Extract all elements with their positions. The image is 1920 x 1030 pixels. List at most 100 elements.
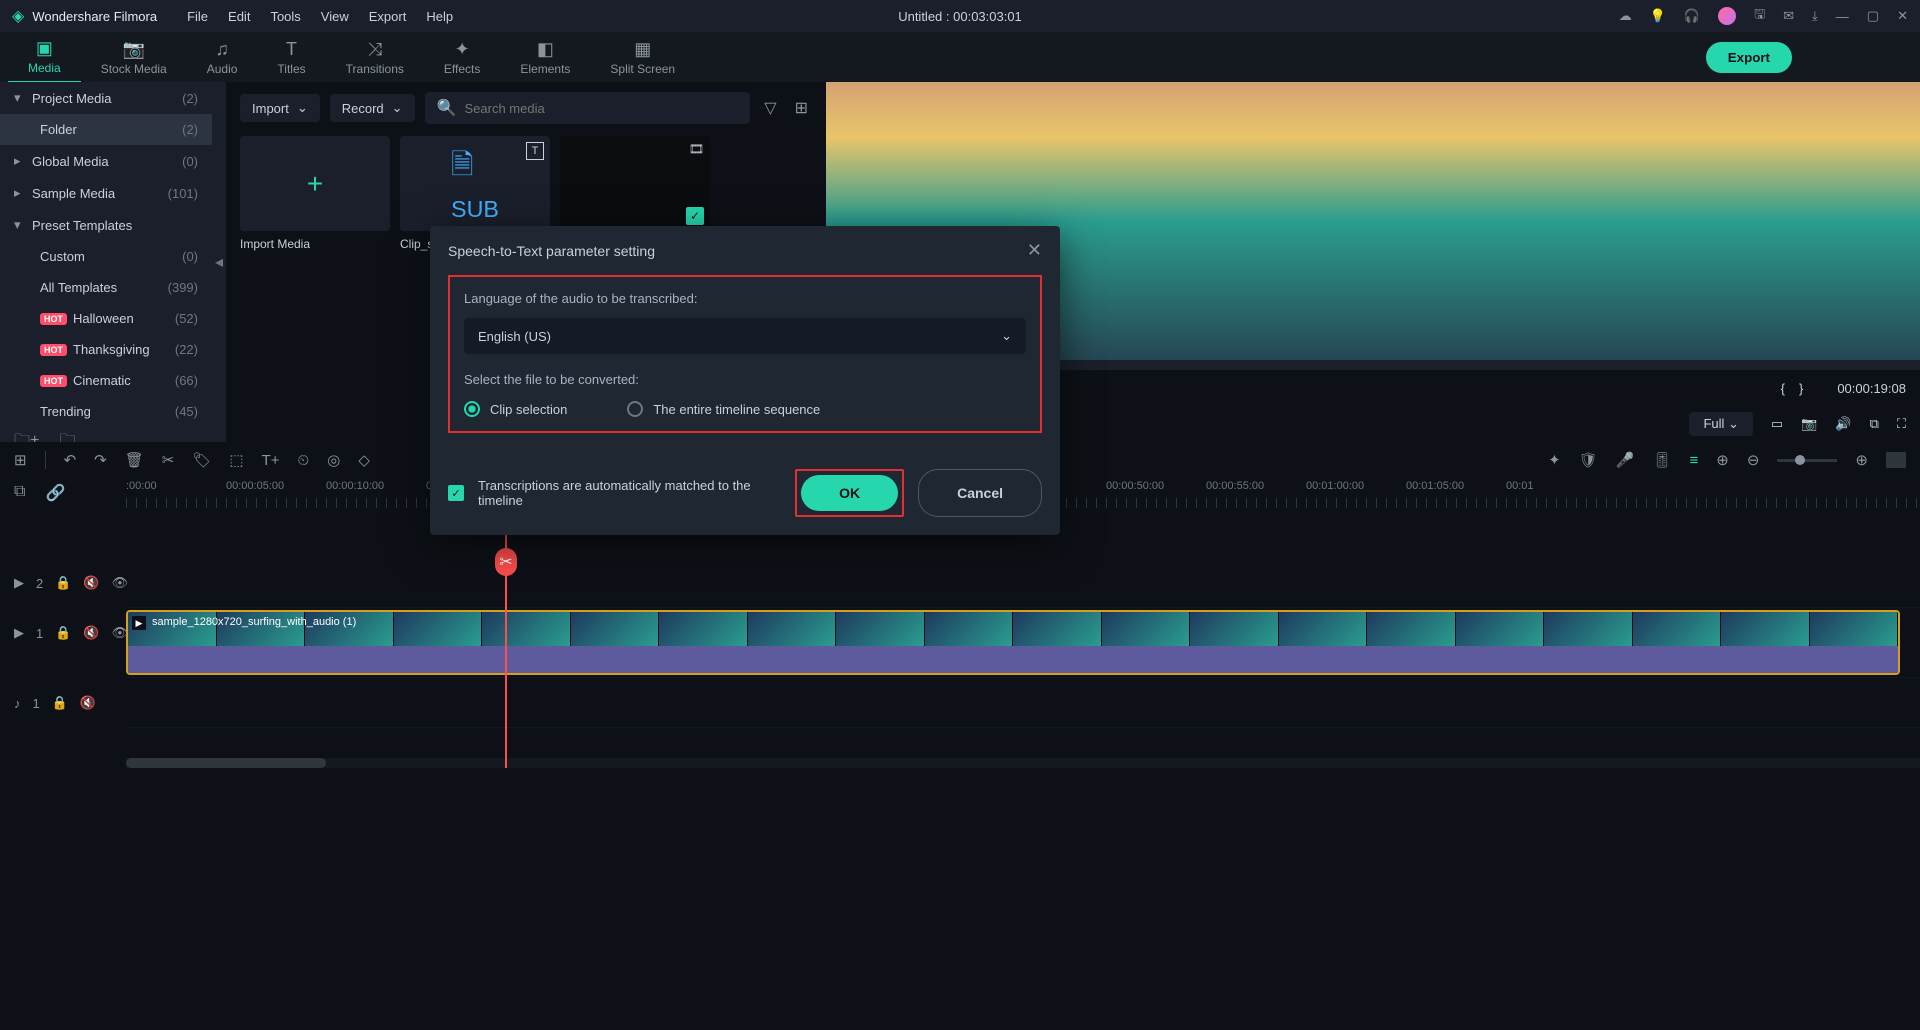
- menu-edit[interactable]: Edit: [228, 9, 250, 24]
- avatar-icon[interactable]: [1718, 7, 1736, 25]
- fit-icon[interactable]: [1886, 452, 1906, 468]
- mute-icon[interactable]: 🔇: [80, 695, 96, 711]
- snapshot-icon[interactable]: 📷: [1801, 416, 1817, 432]
- track-v2[interactable]: [126, 558, 1920, 608]
- sidebar-item[interactable]: Custom(0): [0, 241, 212, 272]
- menu-export[interactable]: Export: [369, 9, 407, 24]
- headset-icon[interactable]: 🎧: [1684, 8, 1700, 24]
- undo-icon[interactable]: ↶: [64, 451, 77, 469]
- tab-stock[interactable]: 📷Stock Media: [81, 33, 187, 82]
- lock-icon[interactable]: 🔒: [52, 695, 68, 711]
- mute-icon[interactable]: 🔇: [83, 575, 99, 591]
- volume-icon[interactable]: 🔊: [1835, 416, 1851, 432]
- mark-in-icon[interactable]: {: [1781, 381, 1785, 396]
- cloud-icon[interactable]: ☁: [1619, 8, 1632, 24]
- pip-icon[interactable]: ⧉: [1870, 416, 1879, 432]
- radio-clip-selection[interactable]: Clip selection: [464, 401, 567, 417]
- import-thumb[interactable]: +: [240, 136, 390, 231]
- timeline-scrollbar[interactable]: [126, 758, 1920, 768]
- grid-icon[interactable]: ⊞: [791, 94, 812, 122]
- color-icon[interactable]: ◎: [327, 451, 340, 469]
- playhead[interactable]: ✂: [505, 508, 507, 768]
- link-icon[interactable]: 🔗: [45, 483, 65, 503]
- close-icon[interactable]: ✕: [1027, 240, 1042, 261]
- maximize-icon[interactable]: ▢: [1867, 8, 1879, 24]
- add-folder-icon[interactable]: 🗀+: [14, 429, 39, 443]
- mail-icon[interactable]: ✉: [1783, 8, 1794, 24]
- lightbulb-icon[interactable]: 💡: [1650, 8, 1666, 24]
- subtitle-thumb[interactable]: 🗎SUBT: [400, 136, 550, 231]
- minimize-icon[interactable]: —: [1836, 9, 1849, 24]
- import-dropdown[interactable]: Import⌄: [240, 94, 320, 122]
- fullscreen-icon[interactable]: ⛶: [1897, 416, 1906, 432]
- arrange-icon[interactable]: ⊞: [14, 451, 27, 469]
- sidebar-item[interactable]: HOTCinematic(66): [0, 365, 212, 396]
- tab-elements[interactable]: ◧Elements: [500, 33, 590, 82]
- tab-audio[interactable]: ♫Audio: [187, 33, 258, 82]
- sidebar-item[interactable]: ▾Project Media(2): [0, 82, 212, 114]
- search-field[interactable]: [465, 101, 739, 116]
- menu-tools[interactable]: Tools: [270, 9, 300, 24]
- lock-icon[interactable]: 🔒: [55, 575, 71, 591]
- mark-out-icon[interactable]: }: [1799, 381, 1803, 396]
- add-marker-icon[interactable]: ⊕: [1716, 451, 1729, 469]
- search-input[interactable]: 🔍: [425, 92, 751, 124]
- download-icon[interactable]: ⤓: [1812, 8, 1818, 24]
- checkbox-icon[interactable]: ✓: [448, 485, 464, 501]
- speed-icon[interactable]: ⏲: [298, 452, 310, 469]
- save-icon[interactable]: 🖫: [1754, 5, 1765, 27]
- record-dropdown[interactable]: Record⌄: [330, 94, 415, 122]
- delete-icon[interactable]: 🗑: [125, 451, 144, 469]
- mute-icon[interactable]: 🔇: [83, 625, 99, 641]
- playhead-scissors-icon[interactable]: ✂: [495, 548, 517, 576]
- quality-dropdown[interactable]: Full ⌄: [1689, 412, 1752, 436]
- track-a1[interactable]: [126, 678, 1920, 728]
- media-item[interactable]: +Import Media: [240, 136, 390, 251]
- tab-titles[interactable]: TTitles: [257, 33, 325, 82]
- display-icon[interactable]: ▭: [1771, 416, 1783, 432]
- menu-file[interactable]: File: [187, 9, 208, 24]
- radio-entire-timeline[interactable]: The entire timeline sequence: [627, 401, 820, 417]
- crop-icon[interactable]: ⬚: [229, 451, 243, 469]
- tab-transitions[interactable]: ⤨Transitions: [326, 33, 424, 82]
- ok-button[interactable]: OK: [801, 475, 898, 511]
- filter-icon[interactable]: ▽: [760, 94, 780, 122]
- render-icon[interactable]: ✦: [1548, 451, 1561, 469]
- mic-icon[interactable]: 🎤: [1616, 451, 1635, 469]
- sidebar-item[interactable]: HOTThanksgiving(22): [0, 334, 212, 365]
- folder-icon[interactable]: 🗀: [59, 429, 75, 443]
- zoom-slider[interactable]: [1777, 459, 1837, 462]
- language-dropdown[interactable]: English (US) ⌄: [464, 318, 1026, 354]
- track-v1[interactable]: ▶ sample_1280x720_surfing_with_audio (1): [126, 608, 1920, 678]
- menu-view[interactable]: View: [321, 9, 349, 24]
- redo-icon[interactable]: ↷: [94, 451, 107, 469]
- sidebar-item[interactable]: ▾Preset Templates: [0, 209, 212, 241]
- tab-split[interactable]: ▦Split Screen: [590, 33, 695, 82]
- sidebar-item[interactable]: HOTHalloween(52): [0, 303, 212, 334]
- cut-icon[interactable]: ✂: [162, 451, 175, 469]
- sidebar-item[interactable]: ▸Sample Media(101): [0, 177, 212, 209]
- lock-icon[interactable]: 🔒: [55, 625, 71, 641]
- sidebar-item[interactable]: ▸Global Media(0): [0, 145, 212, 177]
- mixer-icon[interactable]: 🎚: [1652, 451, 1671, 469]
- tag-icon[interactable]: 🏷: [192, 451, 211, 469]
- collapse-sidebar[interactable]: ◂: [212, 82, 226, 442]
- sidebar-item[interactable]: Folder(2): [0, 114, 212, 145]
- marker-icon[interactable]: 🛡: [1579, 451, 1598, 469]
- export-button[interactable]: Export: [1706, 42, 1792, 73]
- sidebar-item[interactable]: Trending(45): [0, 396, 212, 427]
- zoom-out-icon[interactable]: ⊖: [1747, 451, 1760, 469]
- tab-effects[interactable]: ✦Effects: [424, 33, 500, 82]
- cancel-button[interactable]: Cancel: [918, 469, 1042, 517]
- video-thumb[interactable]: 🎞✓: [560, 136, 710, 231]
- menu-help[interactable]: Help: [426, 9, 453, 24]
- keyframe-icon[interactable]: ◇: [358, 451, 370, 469]
- tab-media[interactable]: ▣Media: [8, 32, 81, 83]
- zoom-in-icon[interactable]: ⊕: [1855, 451, 1868, 469]
- timeline-clip[interactable]: ▶ sample_1280x720_surfing_with_audio (1): [126, 610, 1900, 675]
- text-tool-icon[interactable]: T+: [262, 452, 280, 469]
- close-icon[interactable]: ✕: [1897, 8, 1908, 24]
- copy-icon[interactable]: ⧉: [14, 483, 25, 503]
- sidebar-item[interactable]: All Templates(399): [0, 272, 212, 303]
- audio-sync-icon[interactable]: ≡: [1690, 452, 1699, 469]
